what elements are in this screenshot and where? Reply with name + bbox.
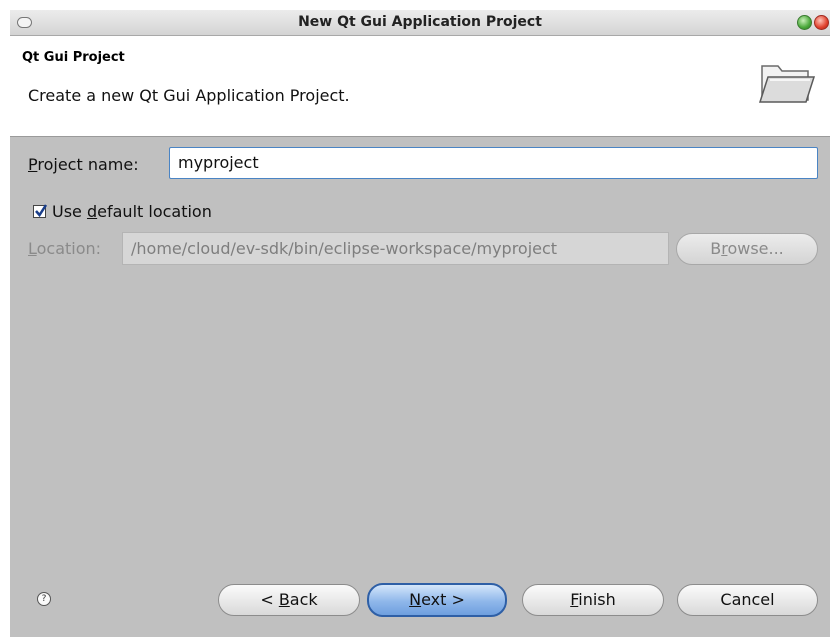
close-icon[interactable] <box>814 15 829 30</box>
page-description: Create a new Qt Gui Application Project. <box>28 86 350 105</box>
folder-icon <box>756 56 818 108</box>
wizard-banner: Qt Gui Project Create a new Qt Gui Appli… <box>10 36 830 137</box>
dialog-window: New Qt Gui Application Project Qt Gui Pr… <box>10 10 830 637</box>
finish-button[interactable]: Finish <box>522 584 664 616</box>
back-button[interactable]: < Back <box>218 584 360 616</box>
page-title: Qt Gui Project <box>22 50 125 65</box>
window-title: New Qt Gui Application Project <box>298 14 542 30</box>
use-default-location-label[interactable]: Use default location <box>52 202 212 221</box>
project-name-label: Project name: <box>28 155 139 174</box>
use-default-location-checkbox[interactable] <box>33 204 48 218</box>
location-label: Location: <box>28 239 102 258</box>
next-button[interactable]: Next > <box>367 583 507 617</box>
location-input: /home/cloud/ev-sdk/bin/eclipse-workspace… <box>122 232 669 265</box>
title-bar[interactable]: New Qt Gui Application Project <box>10 10 830 36</box>
minimize-icon[interactable] <box>797 15 812 30</box>
project-name-input[interactable]: myproject <box>169 147 818 179</box>
help-icon[interactable]: ? <box>37 592 51 606</box>
browse-button: Browse... <box>676 233 818 265</box>
cancel-button[interactable]: Cancel <box>677 584 818 616</box>
checkmark-icon <box>35 204 48 218</box>
